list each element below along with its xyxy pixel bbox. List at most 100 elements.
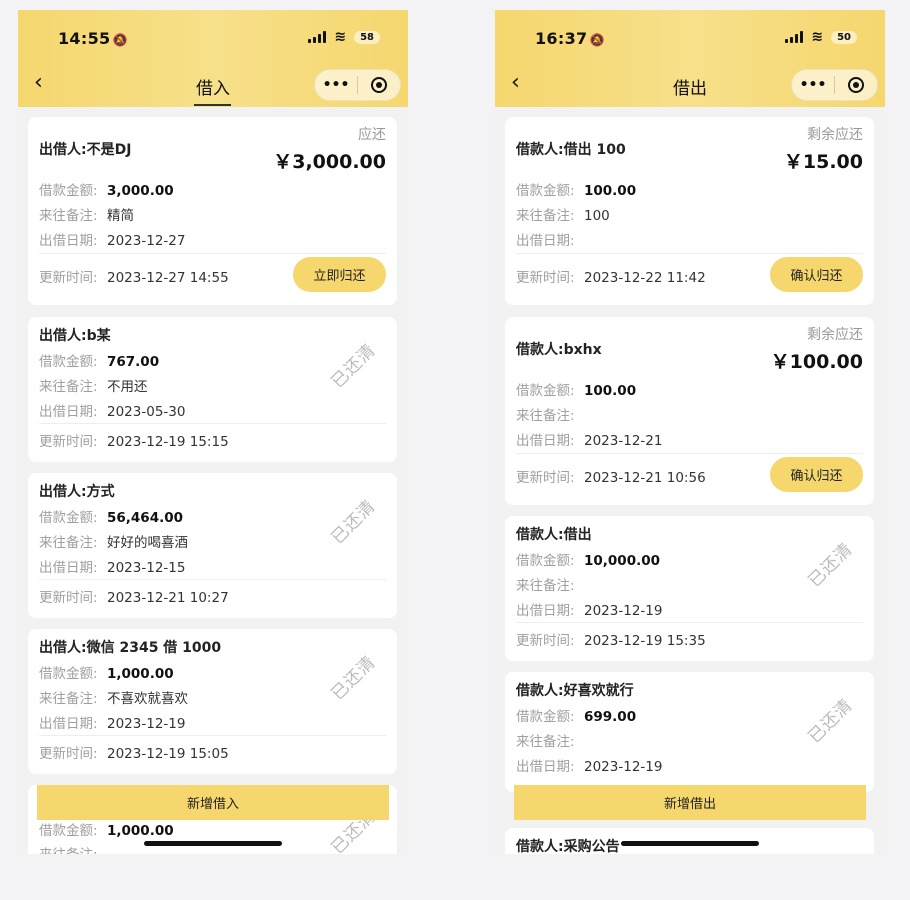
note-label: 来往备注: — [516, 578, 575, 594]
date-label: 出借日期: — [516, 433, 575, 449]
more-icon[interactable]: ••• — [315, 77, 357, 93]
date-value: 2023-12-27 — [107, 233, 186, 249]
date-label: 出借日期: — [516, 233, 575, 249]
borrower-name: 借款人:bxhx — [516, 342, 602, 358]
amount-value: 56,464.00 — [107, 510, 184, 526]
close-miniprogram-icon[interactable] — [835, 77, 877, 93]
date-label: 出借日期: — [516, 603, 575, 619]
confirm-return-button[interactable]: 确认归还 — [770, 257, 863, 292]
lender-name: 出借人:方式 — [39, 484, 115, 500]
add-lend-out-button[interactable]: 新增借出 — [514, 785, 866, 820]
amount-value: 699.00 — [584, 709, 637, 725]
record-card[interactable]: 出借人:方式 已还清 借款金额: 56,464.00 来往备注: 好好的喝喜酒 出借… — [28, 473, 397, 618]
paid-off-stamp: 已还清 — [327, 340, 380, 393]
date-label: 出借日期: — [39, 404, 98, 420]
note-value: 好好的喝喜酒 — [107, 535, 188, 551]
record-card[interactable]: 出借人:不是DJ 应还 ￥3,000.00 借款金额: 3,000.00 来往备注… — [28, 117, 397, 305]
amount-label: 借款金额: — [516, 709, 575, 725]
miniprogram-capsule: ••• — [791, 69, 878, 101]
borrower-name: 借款人:借出 — [516, 527, 592, 543]
close-miniprogram-icon[interactable] — [358, 77, 400, 93]
updated-label: 更新时间: — [39, 270, 98, 286]
note-label: 来往备注: — [516, 208, 575, 224]
top-bar: 16:37 🔕 ≋ 50 ‹ 借出 ••• — [495, 10, 885, 107]
borrower-name: 借款人:采购公告 — [516, 839, 620, 854]
record-card[interactable]: 出借人:b某 已还清 借款金额: 767.00 来往备注: 不用还 出借日期: 202… — [28, 317, 397, 462]
updated-value: 2023-12-19 15:15 — [107, 434, 229, 450]
remaining-due-amount: ￥15.00 — [783, 151, 863, 173]
phone-screen-borrow-in: 14:55 🔕 ≋ 58 ‹ 借入 ••• 出借人:不是DJ 应还 ￥3,000.… — [18, 10, 408, 854]
note-label: 来往备注: — [39, 208, 98, 224]
paid-off-stamp: 已还清 — [327, 496, 380, 549]
amount-value: 1,000.00 — [107, 666, 174, 682]
paid-off-stamp: 已还清 — [327, 652, 380, 705]
due-label: 应还 — [358, 127, 386, 143]
note-label: 来往备注: — [516, 734, 575, 750]
date-value: 2023-12-15 — [107, 560, 186, 576]
date-value: 2023-12-19 — [107, 716, 186, 732]
updated-value: 2023-12-21 10:27 — [107, 590, 229, 606]
silent-bell-icon: 🔕 — [589, 33, 605, 47]
wifi-icon: ≋ — [334, 29, 347, 45]
confirm-return-button[interactable]: 确认归还 — [770, 457, 863, 492]
home-indicator — [144, 841, 282, 846]
amount-label: 借款金额: — [516, 383, 575, 399]
date-value: 2023-05-30 — [107, 404, 186, 420]
silent-bell-icon: 🔕 — [112, 33, 128, 47]
updated-value: 2023-12-19 15:35 — [584, 633, 706, 649]
signal-icon — [308, 31, 327, 43]
due-amount: ￥3,000.00 — [273, 151, 386, 173]
note-value: 不喜欢就喜欢 — [107, 691, 188, 707]
amount-label: 借款金额: — [516, 553, 575, 569]
record-card[interactable]: 借款人:借出 已还清 借款金额: 10,000.00 来往备注: 出借日期: 202… — [505, 516, 874, 661]
updated-label: 更新时间: — [39, 590, 98, 606]
miniprogram-capsule: ••• — [314, 69, 401, 101]
amount-value: 767.00 — [107, 354, 160, 370]
amount-label: 借款金额: — [39, 183, 98, 199]
battery-icon: 50 — [831, 30, 857, 44]
home-indicator — [621, 841, 759, 846]
record-card[interactable]: 借款人:bxhx 剩余应还 ￥100.00 借款金额: 100.00 来往备注: … — [505, 317, 874, 505]
lender-name: 出借人:不是DJ — [39, 142, 132, 158]
add-borrow-in-button[interactable]: 新增借入 — [37, 785, 389, 820]
status-icons: ≋ 50 — [785, 29, 857, 45]
updated-label: 更新时间: — [39, 746, 98, 762]
record-card[interactable]: 出借人:微信 2345 借 1000 已还清 借款金额: 1,000.00 来往备… — [28, 629, 397, 774]
paid-off-stamp: 已还清 — [804, 695, 857, 748]
note-label: 来往备注: — [516, 408, 575, 424]
date-label: 出借日期: — [39, 716, 98, 732]
amount-label: 借款金额: — [39, 823, 98, 839]
updated-label: 更新时间: — [516, 633, 575, 649]
note-label: 来往备注: — [39, 843, 107, 854]
date-value: 2023-12-21 — [584, 433, 663, 449]
title-underline — [194, 104, 231, 106]
top-bar: 14:55 🔕 ≋ 58 ‹ 借入 ••• — [18, 10, 408, 107]
borrower-name: 借款人:好喜欢就行 — [516, 683, 634, 699]
updated-value: 2023-12-27 14:55 — [107, 270, 229, 286]
updated-label: 更新时间: — [516, 470, 575, 486]
nav-bar: ‹ 借入 ••• — [18, 68, 408, 106]
date-value: 2023-12-19 — [584, 603, 663, 619]
amount-label: 借款金额: — [516, 183, 575, 199]
lender-name: 出借人:b某 — [39, 328, 111, 344]
record-card[interactable]: 借款人:借出 100 剩余应还 ￥15.00 借款金额: 100.00 来往备注:… — [505, 117, 874, 305]
amount-value: 100.00 — [584, 383, 637, 399]
repay-now-button[interactable]: 立即归还 — [293, 257, 386, 292]
lender-name: 出借人:微信 2345 借 1000 — [39, 640, 222, 656]
nav-bar: ‹ 借出 ••• — [495, 68, 885, 104]
status-icons: ≋ 58 — [308, 29, 380, 45]
updated-value: 2023-12-19 15:05 — [107, 746, 229, 762]
record-card[interactable]: 借款人:好喜欢就行 已还清 借款金额: 699.00 来往备注: 出借日期: 202… — [505, 672, 874, 792]
battery-icon: 58 — [354, 30, 380, 44]
status-bar-time: 16:37 🔕 — [535, 29, 605, 48]
amount-label: 借款金额: — [39, 510, 98, 526]
remaining-due-amount: ￥100.00 — [770, 351, 863, 373]
note-label: 来往备注: — [39, 535, 98, 551]
amount-value: 10,000.00 — [584, 553, 661, 569]
remaining-due-label: 剩余应还 — [807, 327, 863, 343]
updated-label: 更新时间: — [516, 270, 575, 286]
note-value: 100 — [584, 208, 610, 224]
more-icon[interactable]: ••• — [792, 77, 834, 93]
remaining-due-label: 剩余应还 — [807, 127, 863, 143]
amount-label: 借款金额: — [39, 354, 98, 370]
